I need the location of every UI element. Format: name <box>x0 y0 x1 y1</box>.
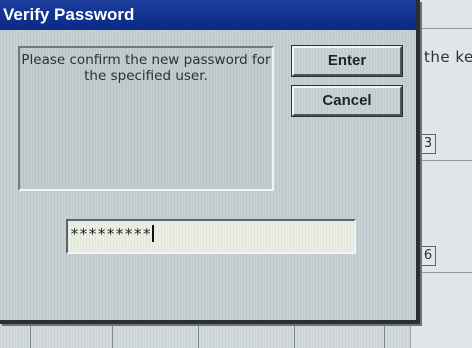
background-box-3: 3 <box>420 134 436 154</box>
password-value: ********* <box>70 225 152 243</box>
password-field[interactable]: ********* <box>66 219 356 254</box>
dialog-title: Verify Password <box>0 0 416 30</box>
message-text: Please confirm the new password for the … <box>21 52 271 84</box>
text-cursor <box>152 225 155 242</box>
background-box-6: 6 <box>420 246 436 266</box>
cancel-button[interactable]: Cancel <box>291 85 403 117</box>
enter-button[interactable]: Enter <box>291 45 403 77</box>
background-partial-text: the ke <box>424 48 472 66</box>
verify-password-dialog: Verify Password Please confirm the new p… <box>0 0 420 324</box>
message-panel: Please confirm the new password for the … <box>18 46 274 191</box>
